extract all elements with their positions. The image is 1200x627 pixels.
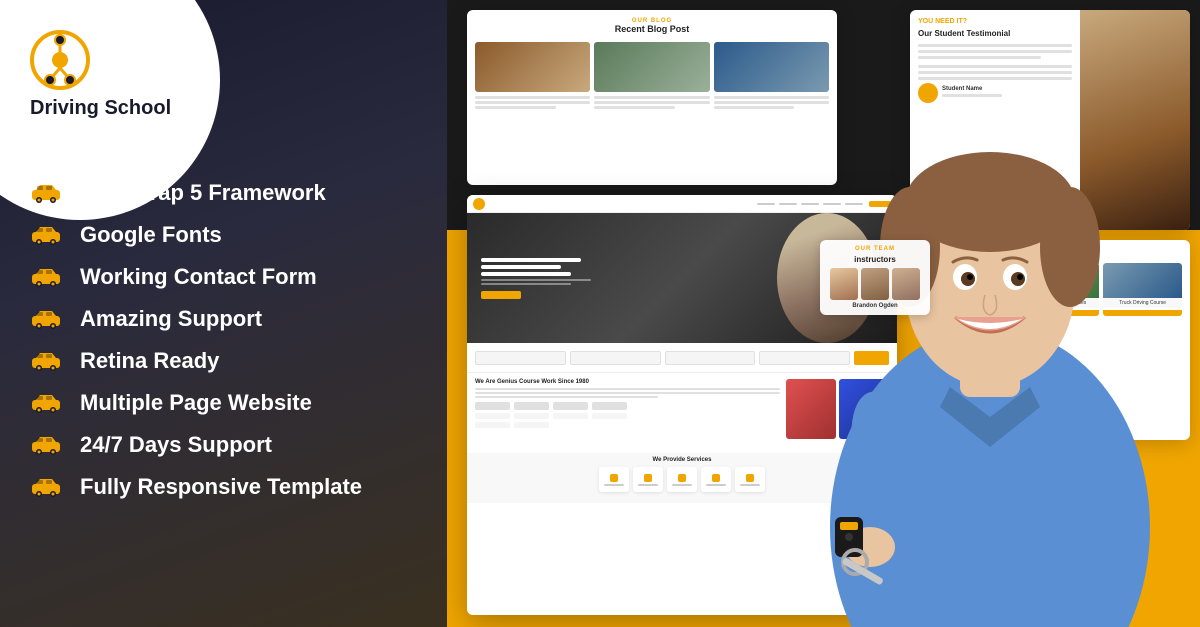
feature-item-bootstrap: Bootstrap 5 Framework [30, 180, 417, 206]
instructor-avatar-1 [830, 268, 858, 300]
instructor-avatars [830, 268, 920, 300]
mockup-about-text: We Are Genius Course Work Since 1980 [475, 379, 780, 447]
instructor-avatar-3 [892, 268, 920, 300]
mockup-nav-logo [473, 198, 485, 210]
left-panel: Driving School Bootstrap 5 Framework [0, 0, 447, 627]
feature-item-responsive: Fully Responsive Template [30, 474, 417, 500]
feature-item-multi-page: Multiple Page Website [30, 390, 417, 416]
feature-item-support: Amazing Support [30, 306, 417, 332]
feature-item-google-fonts: Google Fonts [30, 222, 417, 248]
feature-label: Google Fonts [80, 222, 222, 248]
feature-label: Retina Ready [80, 348, 219, 374]
car-icon [30, 309, 62, 329]
feature-item-retina: Retina Ready [30, 348, 417, 374]
service-icon-2 [633, 467, 663, 492]
blog-image-2 [594, 42, 709, 92]
feature-label: Amazing Support [80, 306, 262, 332]
feature-item-247-support: 24/7 Days Support [30, 432, 417, 458]
logo-steering-wheel-icon [30, 30, 90, 90]
hero-person-svg [780, 47, 1200, 627]
car-icon [30, 477, 62, 497]
blog-text-2 [594, 96, 709, 111]
service-icon-4 [701, 467, 731, 492]
mockup-about-title: We Are Genius Course Work Since 1980 [475, 379, 780, 385]
testimonial-title: Our Student Testimonial [918, 29, 1072, 38]
service-icon-3 [667, 467, 697, 492]
instructors-tag: OUR TEAM [830, 246, 920, 252]
blog-header: OUR BLOG Recent Blog Post [467, 10, 837, 38]
feature-label: 24/7 Days Support [80, 432, 272, 458]
car-icon [30, 267, 62, 287]
instructor-name: Brandon Ogden [830, 303, 920, 309]
blog-image-1 [475, 42, 590, 92]
feature-label: Working Contact Form [80, 264, 317, 290]
car-icon [30, 225, 62, 245]
instructors-badge: OUR TEAM instructors Brandon Ogden [820, 240, 930, 315]
hero-person-image [780, 47, 1200, 627]
mockup-hero-cta [481, 291, 521, 299]
car-icon [30, 393, 62, 413]
service-icon-5 [735, 467, 765, 492]
service-icon-1 [599, 467, 629, 492]
testimonial-tag: YOU NEED IT? [918, 18, 1072, 25]
car-icon [30, 183, 62, 203]
logo-area: Driving School [0, 0, 447, 130]
car-icon [30, 351, 62, 371]
instructors-title: instructors [830, 255, 920, 264]
feature-item-contact-form: Working Contact Form [30, 264, 417, 290]
features-list: Bootstrap 5 Framework Google Fonts [0, 150, 447, 520]
mockup-hero-text [481, 258, 591, 299]
car-icon [30, 435, 62, 455]
blog-title: Recent Blog Post [479, 24, 825, 34]
instructor-avatar-2 [861, 268, 889, 300]
right-panel: OUR BLOG Recent Blog Post [447, 0, 1200, 627]
blog-text-1 [475, 96, 590, 111]
brand-name: Driving School [30, 96, 171, 120]
feature-label: Fully Responsive Template [80, 474, 362, 500]
feature-label: Bootstrap 5 Framework [80, 180, 326, 206]
feature-label: Multiple Page Website [80, 390, 312, 416]
